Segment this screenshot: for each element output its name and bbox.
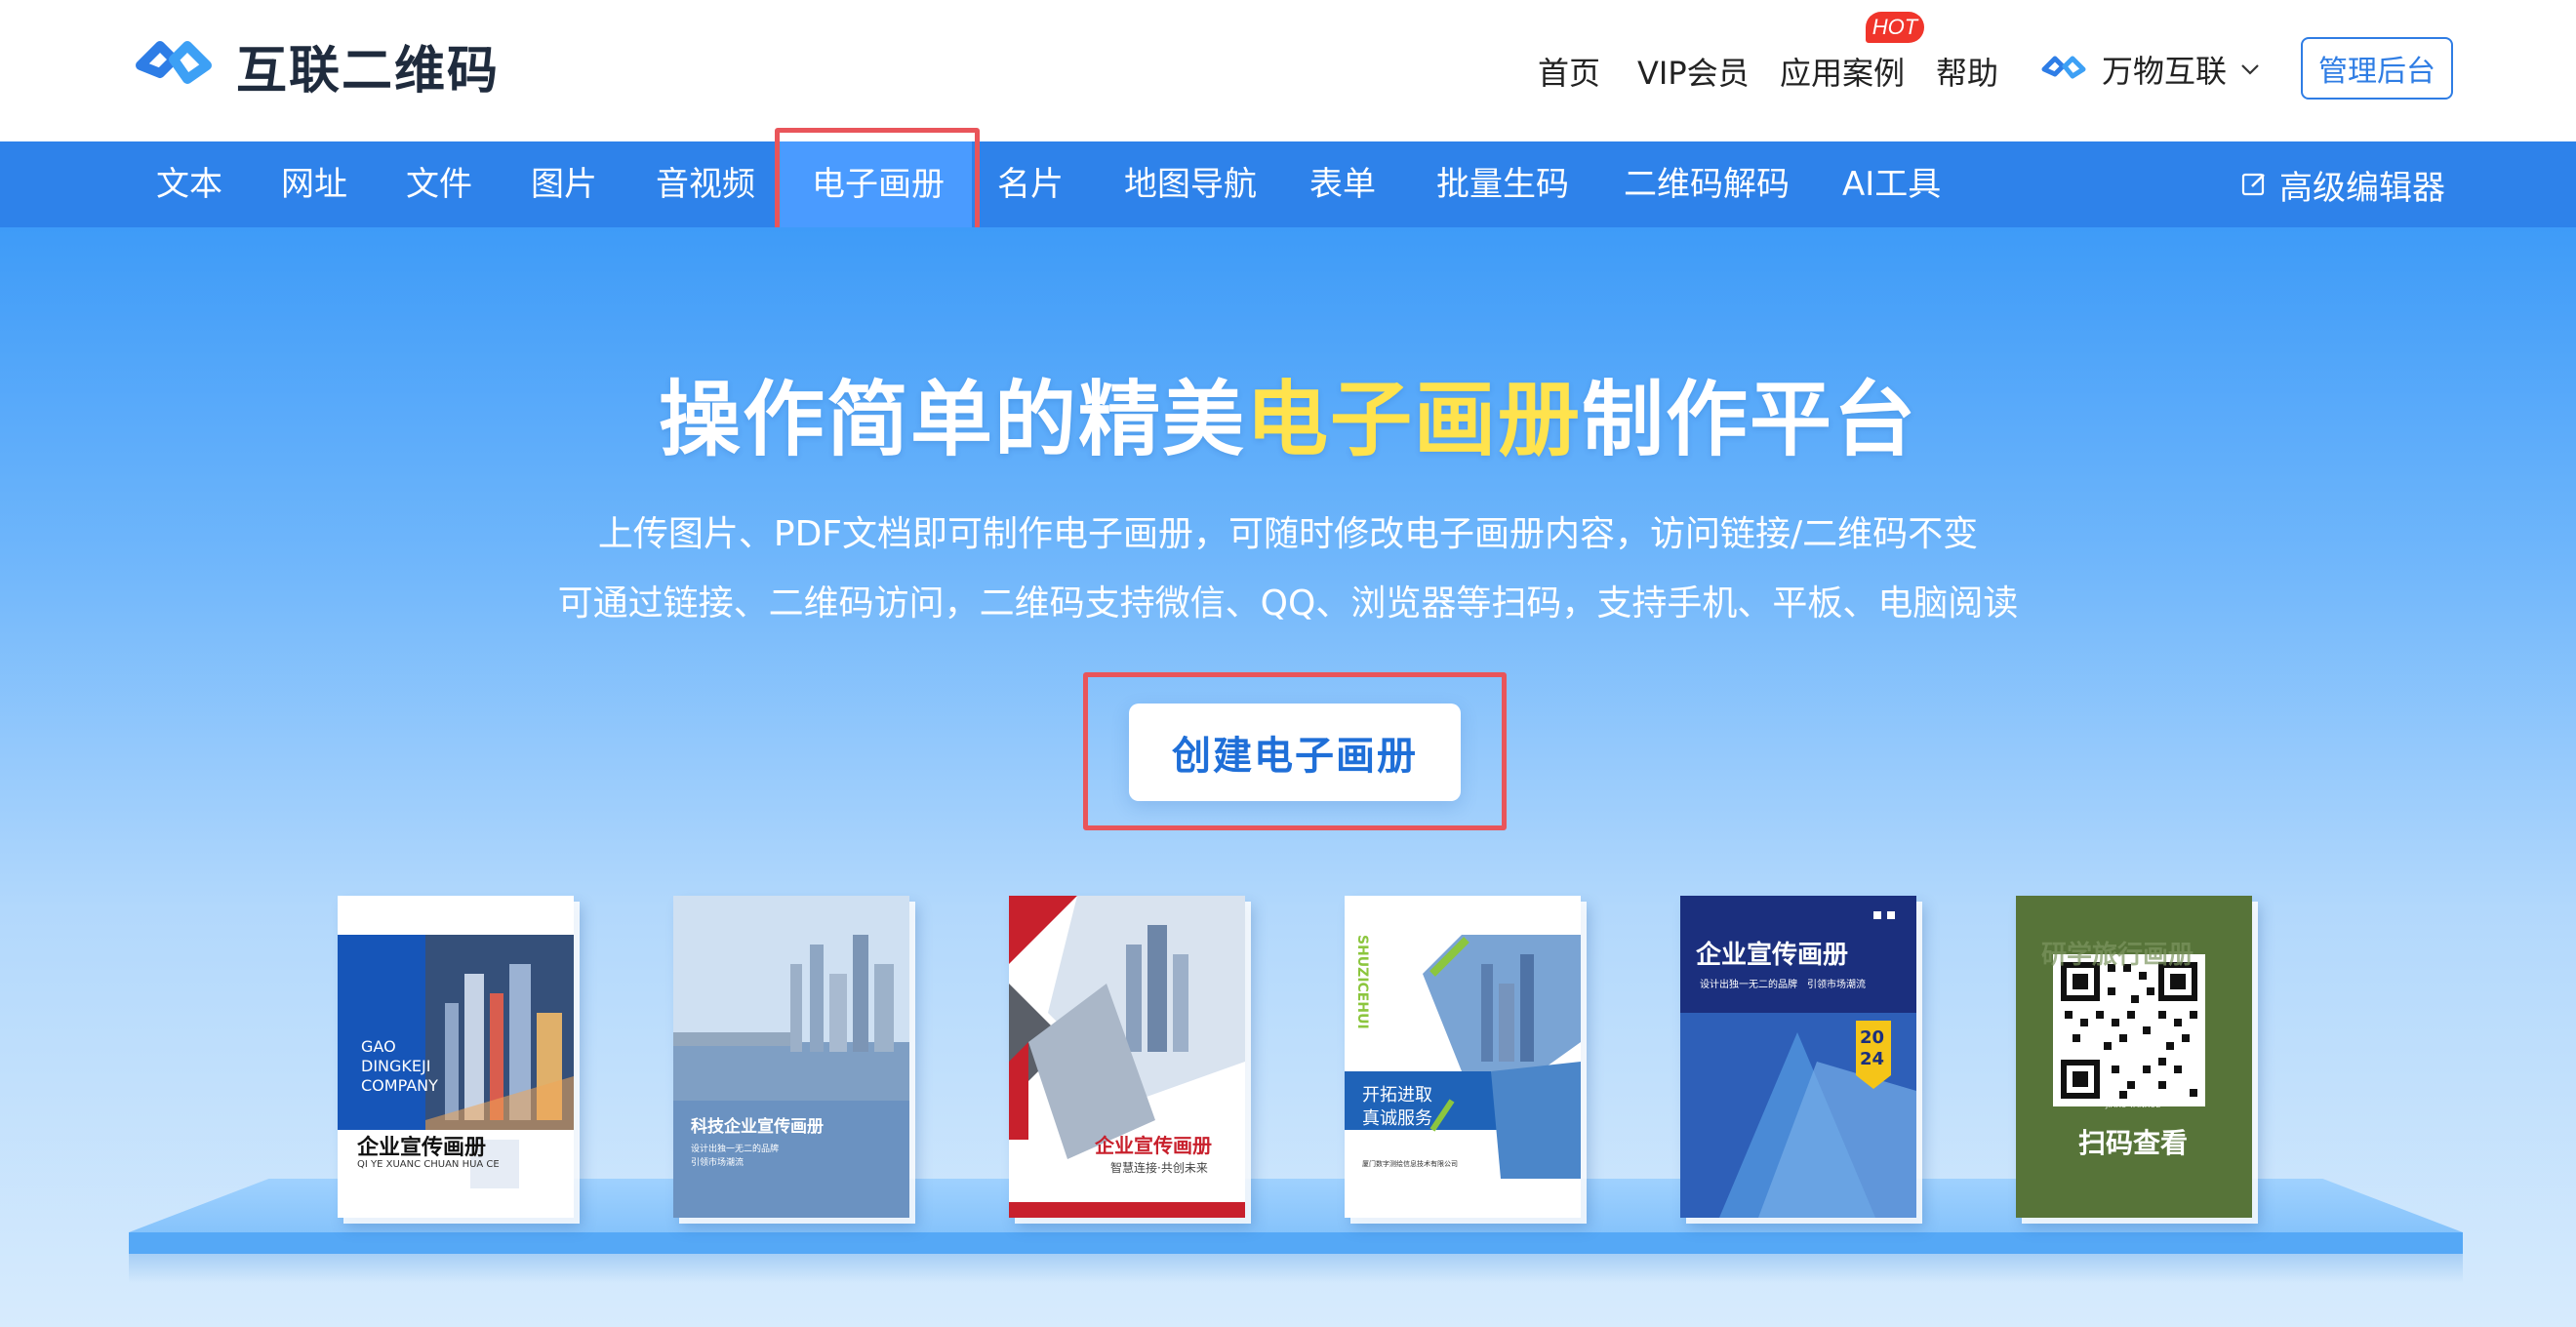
category-file[interactable]: 文件 bbox=[406, 141, 472, 227]
admin-button[interactable]: 管理后台 bbox=[2301, 37, 2453, 100]
book-1-line1: GAO bbox=[361, 1037, 396, 1056]
book-sample-6[interactable]: 研学旅行画册 扫码查看 JIARU YANXUE bbox=[2016, 896, 2252, 1218]
category-card[interactable]: 名片 bbox=[997, 141, 1064, 227]
brand-name: 互联二维码 bbox=[236, 41, 501, 101]
nav-cases[interactable]: 应用案例 bbox=[1780, 49, 1905, 94]
book-4-cover bbox=[1345, 896, 1581, 1218]
category-decode[interactable]: 二维码解码 bbox=[1624, 141, 1790, 227]
chevron-down-icon bbox=[2241, 64, 2259, 75]
category-ebook[interactable]: 电子画册 bbox=[812, 141, 945, 227]
book-6-footer: JIARU YANXUE bbox=[2106, 1101, 2161, 1109]
site-header: 互联二维码 首页 VIP会员 应用案例 HOT 帮助 万物互联 管理后台 bbox=[0, 0, 2576, 141]
book-4-footer: 厦门数字测绘信息技术有限公司 bbox=[1362, 1160, 1458, 1168]
book-sample-3[interactable]: 企业宣传画册 智慧连接·共创未来 bbox=[1009, 896, 1245, 1218]
hero-title-accent: 电子画册 bbox=[1245, 372, 1582, 467]
book-6-scan-label: 扫码查看 bbox=[2078, 1127, 2189, 1159]
book-2-cover bbox=[673, 896, 909, 1218]
category-batch[interactable]: 批量生码 bbox=[1436, 141, 1569, 227]
category-nav: 文本 网址 文件 图片 音视频 电子画册 名片 地图导航 表单 批量生码 二维码… bbox=[0, 141, 2576, 227]
brand-switch-dropdown[interactable]: 万物互联 bbox=[2039, 47, 2260, 92]
nav-help[interactable]: 帮助 bbox=[1936, 49, 1998, 94]
book-1-line3: COMPANY bbox=[361, 1076, 438, 1095]
book-1-title: 企业宣传画册 bbox=[357, 1136, 487, 1160]
book-5-year-top: 20 bbox=[1860, 1027, 1885, 1048]
edit-icon bbox=[2241, 173, 2265, 196]
category-text[interactable]: 文本 bbox=[156, 141, 222, 227]
book-sample-5[interactable]: 企业宣传画册 设计出独一无二的品牌 引领市场潮流 20 24 bbox=[1680, 896, 1916, 1218]
category-url[interactable]: 网址 bbox=[281, 141, 347, 227]
book-4-title1: 开拓进取 bbox=[1362, 1085, 1432, 1106]
book-5-sub2: 引领市场潮流 bbox=[1807, 980, 1866, 990]
category-audio-video[interactable]: 音视频 bbox=[656, 141, 755, 227]
brand-switch-label: 万物互联 bbox=[2102, 53, 2228, 90]
book-1-line2: DINGKEJI bbox=[361, 1057, 431, 1075]
book-1-sub: QI YE XUANC CHUAN HUA CE bbox=[357, 1159, 500, 1170]
category-form[interactable]: 表单 bbox=[1309, 141, 1376, 227]
hot-badge: HOT bbox=[1866, 12, 1924, 43]
create-ebook-button[interactable]: 创建电子画册 bbox=[1129, 704, 1461, 801]
book-4-vertical: SHUZICEHUI bbox=[1354, 935, 1370, 1029]
hero-section: 操作简单的精美电子画册制作平台 上传图片、PDF文档即可制作电子画册，可随时修改… bbox=[0, 227, 2576, 1327]
nav-vip[interactable]: VIP会员 bbox=[1637, 49, 1750, 94]
advanced-editor-link[interactable]: 高级编辑器 bbox=[2240, 141, 2445, 227]
book-sample-2[interactable]: 科技企业宣传画册 设计出独一无二的品牌 引领市场潮流 bbox=[673, 896, 909, 1218]
brand-logo-icon bbox=[136, 41, 212, 84]
nav-home[interactable]: 首页 bbox=[1538, 49, 1600, 94]
hero-title-prefix: 操作简单的精美 bbox=[658, 372, 1246, 467]
shelf-shadow bbox=[129, 1254, 2463, 1283]
hero-subtitle-1: 上传图片、PDF文档即可制作电子画册，可随时修改电子画册内容，访问链接/二维码不… bbox=[597, 514, 1979, 554]
book-5-sub1: 设计出独一无二的品牌 bbox=[1700, 980, 1797, 990]
book-3-sub: 智慧连接·共创未来 bbox=[1110, 1161, 1208, 1175]
category-ai-tools[interactable]: AI工具 bbox=[1842, 141, 1941, 227]
category-map[interactable]: 地图导航 bbox=[1124, 141, 1257, 227]
brand-logo[interactable]: 互联二维码 bbox=[127, 31, 501, 101]
hero-subtitle-2: 可通过链接、二维码访问，二维码支持微信、QQ、浏览器等扫码，支持手机、平板、电脑… bbox=[557, 583, 2019, 623]
shelf-front bbox=[129, 1232, 2463, 1254]
book-5-year-bottom: 24 bbox=[1860, 1049, 1885, 1069]
book-2-title: 科技企业宣传画册 bbox=[691, 1117, 824, 1137]
book-sample-4[interactable]: SHUZICEHUI 开拓进取 真诚服务 厦门数字测绘信息技术有限公司 bbox=[1345, 896, 1581, 1218]
book-5-title: 企业宣传画册 bbox=[1696, 941, 1849, 970]
book-3-title: 企业宣传画册 bbox=[1095, 1134, 1212, 1157]
hero-title: 操作简单的精美电子画册制作平台 bbox=[0, 354, 2576, 472]
book-6-title: 研学旅行画册 bbox=[2041, 941, 2194, 970]
category-image[interactable]: 图片 bbox=[531, 141, 597, 227]
brand-mini-icon bbox=[2041, 56, 2086, 79]
hero-title-suffix: 制作平台 bbox=[1582, 372, 1918, 467]
book-sample-1[interactable]: GAO DINGKEJI COMPANY 企业宣传画册 QI YE XUANC … bbox=[338, 896, 574, 1218]
advanced-editor-label: 高级编辑器 bbox=[2279, 168, 2445, 208]
book-2-sub2: 引领市场潮流 bbox=[691, 1158, 745, 1168]
book-4-title2: 真诚服务 bbox=[1362, 1108, 1432, 1129]
book-2-sub1: 设计出独一无二的品牌 bbox=[691, 1145, 780, 1154]
